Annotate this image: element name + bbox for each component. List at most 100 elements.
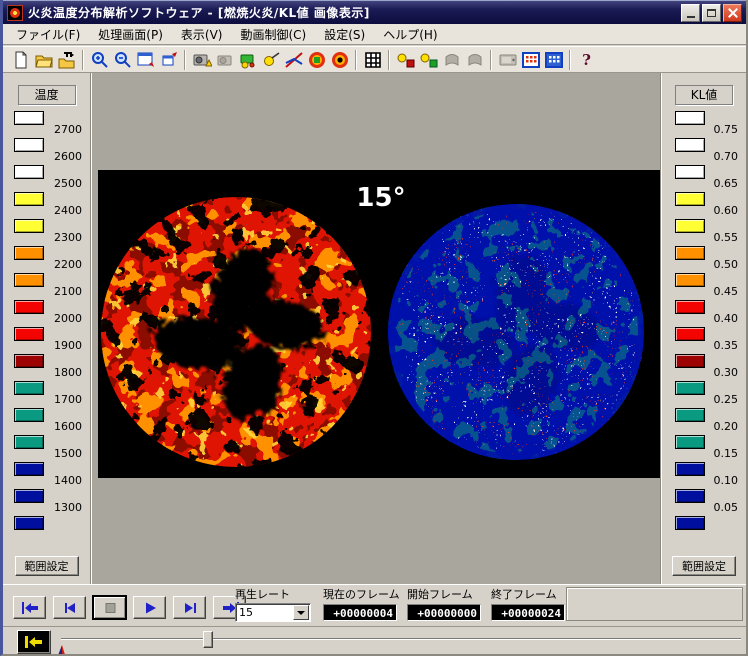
previous-frame-button[interactable]	[53, 596, 86, 619]
menu-item[interactable]: ヘルプ(H)	[374, 24, 446, 45]
reduce-view-icon[interactable]	[157, 48, 180, 71]
play-button[interactable]	[133, 596, 166, 619]
help-icon[interactable]: ?	[575, 48, 598, 71]
scale-tick-label: 0.20	[714, 420, 739, 433]
pixel-grid-red-icon[interactable]	[519, 48, 542, 71]
color-swatch	[675, 219, 705, 233]
scale-tick-label: 0.50	[714, 258, 739, 271]
start-position-marker	[55, 643, 67, 656]
flame-green-icon[interactable]	[305, 48, 328, 71]
frame-marker-green-icon[interactable]	[417, 48, 440, 71]
scale-tick-label: 0.65	[714, 177, 739, 190]
frame-slider-thumb[interactable]	[203, 631, 213, 648]
scale-row: 0.60	[662, 192, 746, 219]
scale-tick-label: 2300	[54, 231, 82, 244]
restore-button[interactable]	[702, 4, 721, 22]
color-swatch	[14, 138, 44, 152]
grid-icon[interactable]	[361, 48, 384, 71]
stop-icon	[100, 600, 120, 616]
next-frame-icon	[180, 600, 200, 616]
color-swatch	[14, 327, 44, 341]
status-box	[566, 587, 743, 621]
scale-row: 2200	[3, 246, 90, 273]
flame-image-viewer: 15°	[98, 170, 660, 478]
kl-range-button[interactable]: 範囲設定	[672, 556, 736, 576]
zoom-in-icon[interactable]	[88, 48, 111, 71]
menu-item[interactable]: 表示(V)	[172, 24, 232, 45]
angle-label: 15°	[356, 183, 405, 213]
graph-icon[interactable]	[282, 48, 305, 71]
scale-tick-label: 0.10	[714, 474, 739, 487]
menu-item[interactable]: 動画制御(C)	[231, 24, 315, 45]
close-button[interactable]	[723, 4, 742, 22]
rate-dropdown[interactable]: 15	[235, 603, 311, 622]
camera-gray-icon[interactable]	[440, 48, 463, 71]
zoom-out-icon[interactable]	[111, 48, 134, 71]
toolbar: ?	[3, 46, 746, 73]
export-folder-icon[interactable]	[55, 48, 78, 71]
measure-ball-icon[interactable]	[259, 48, 282, 71]
scale-row: 1400	[3, 462, 90, 489]
scale-tick-label: 0.45	[714, 285, 739, 298]
menu-item[interactable]: ファイル(F)	[7, 24, 89, 45]
scale-tick-label: 1300	[54, 501, 82, 514]
color-swatch	[675, 435, 705, 449]
enlarge-view-icon[interactable]	[134, 48, 157, 71]
color-swatch	[14, 111, 44, 125]
scale-row: 1700	[3, 381, 90, 408]
scale-tick-label: 0.15	[714, 447, 739, 460]
toolbar-separator	[490, 50, 492, 70]
new-file-icon[interactable]	[9, 48, 32, 71]
frame-marker-red-icon[interactable]	[394, 48, 417, 71]
playback-rate-group: 再生レート 15	[235, 586, 325, 622]
scale-tick-label: 1500	[54, 447, 82, 460]
frame-field-label: 現在のフレーム	[323, 586, 397, 602]
scale-row: 1500	[3, 435, 90, 462]
frame-slider-track[interactable]	[61, 638, 741, 640]
capture-warning-icon[interactable]	[190, 48, 213, 71]
minimize-icon	[687, 16, 695, 18]
minimize-button[interactable]	[681, 4, 700, 22]
capture-disabled-icon[interactable]	[213, 48, 236, 71]
scale-tick-label: 0.60	[714, 204, 739, 217]
scale-row: 0.75	[662, 111, 746, 138]
chevron-down-icon[interactable]	[293, 605, 309, 620]
flame-red-icon[interactable]	[328, 48, 351, 71]
scale-row: 0.70	[662, 138, 746, 165]
color-swatch	[14, 354, 44, 368]
menu-item[interactable]: 設定(S)	[315, 24, 374, 45]
next-frame-button[interactable]	[173, 596, 206, 619]
scale-row: 0.05	[662, 489, 746, 516]
color-swatch	[675, 300, 705, 314]
temperature-range-button[interactable]: 範囲設定	[15, 556, 79, 576]
menu-item[interactable]: 処理画面(P)	[89, 24, 172, 45]
scale-tick-label: 0.40	[714, 312, 739, 325]
transport-bar: 再生レート 15 現在のフレーム +00000004 開始フレーム +00000…	[3, 584, 746, 626]
color-swatch	[14, 273, 44, 287]
color-swatch	[675, 111, 705, 125]
color-swatch	[675, 354, 705, 368]
color-swatch	[675, 462, 705, 476]
monitor-icon[interactable]	[496, 48, 519, 71]
pixel-grid-white-icon[interactable]	[542, 48, 565, 71]
scale-row: 0.65	[662, 165, 746, 192]
color-swatch	[14, 408, 44, 422]
window-title: 火炎温度分布解析ソフトウェア - [燃焼火炎/KL値 画像表示]	[28, 4, 370, 21]
color-swatch	[14, 219, 44, 233]
color-swatch	[675, 138, 705, 152]
return-to-start-button[interactable]	[17, 630, 51, 654]
frame-fields: 現在のフレーム +00000004 開始フレーム +00000000 終了フレー…	[323, 586, 565, 621]
color-swatch	[14, 192, 44, 206]
color-swatch	[675, 516, 705, 530]
scale-row: 0.45	[662, 273, 746, 300]
camera-gray2-icon[interactable]	[463, 48, 486, 71]
scale-tick-label: 0.70	[714, 150, 739, 163]
toolbar-separator	[569, 50, 571, 70]
frame-field-label: 開始フレーム	[407, 586, 481, 602]
scale-tick-label: 0.75	[714, 123, 739, 136]
go-to-start-button[interactable]	[13, 596, 46, 619]
capture-device-icon[interactable]	[236, 48, 259, 71]
play-icon	[140, 600, 160, 616]
stop-button[interactable]	[93, 596, 126, 619]
open-folder-icon[interactable]	[32, 48, 55, 71]
